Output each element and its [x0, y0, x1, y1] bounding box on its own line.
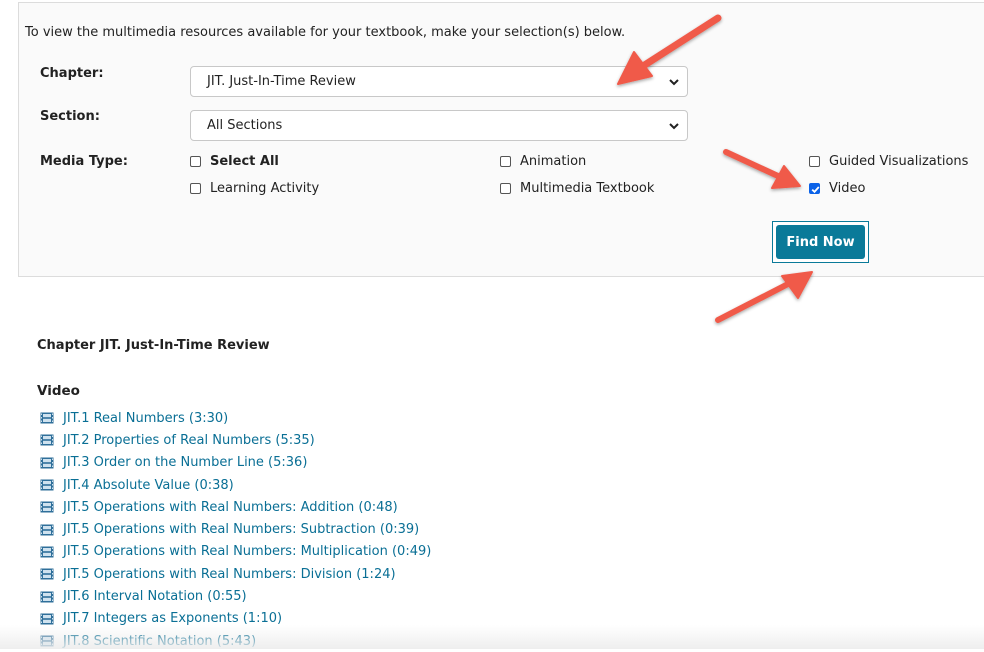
media-type-video[interactable]: Video — [809, 181, 865, 196]
media-type-guided-visualizations[interactable]: Guided Visualizations — [809, 154, 968, 169]
checkbox[interactable] — [500, 183, 511, 194]
video-link-text: JIT.3 Order on the Number Line (5:36) — [63, 455, 308, 471]
checkbox[interactable] — [500, 156, 511, 167]
video-link-text: JIT.5 Operations with Real Numbers: Divi… — [63, 566, 396, 582]
video-link[interactable]: JIT.3 Order on the Number Line (5:36) — [40, 452, 431, 474]
chapter-select-value: JIT. Just-In-Time Review — [207, 74, 356, 89]
film-icon — [40, 501, 54, 513]
chapter-label: Chapter: — [40, 66, 104, 81]
video-link-text: JIT.6 Interval Notation (0:55) — [63, 589, 247, 605]
results-section-heading: Video — [37, 383, 80, 399]
video-list: JIT.1 Real Numbers (3:30) JIT.2 Properti… — [40, 407, 431, 652]
media-search-panel: To view the multimedia resources availab… — [18, 2, 984, 277]
film-icon — [40, 546, 54, 558]
film-icon — [40, 568, 54, 580]
instructions-text: To view the multimedia resources availab… — [25, 25, 626, 40]
video-link-text: JIT.2 Properties of Real Numbers (5:35) — [63, 432, 315, 448]
video-link[interactable]: JIT.5 Operations with Real Numbers: Subt… — [40, 518, 431, 540]
film-icon — [40, 457, 54, 469]
media-type-select-all[interactable]: Select All — [190, 154, 279, 169]
film-icon — [40, 479, 54, 491]
video-link[interactable]: JIT.5 Operations with Real Numbers: Mult… — [40, 541, 431, 563]
checkbox-label: Animation — [520, 154, 587, 169]
checkbox-label: Select All — [210, 154, 279, 169]
checkbox-label: Learning Activity — [210, 181, 320, 196]
checkbox-checked[interactable] — [809, 183, 820, 194]
section-label: Section: — [40, 109, 100, 124]
find-now-focus-ring: Find Now — [772, 221, 869, 263]
checkbox-label: Guided Visualizations — [829, 154, 969, 169]
video-link[interactable]: JIT.1 Real Numbers (3:30) — [40, 407, 431, 429]
media-type-multimedia-textbook[interactable]: Multimedia Textbook — [500, 181, 654, 196]
checkbox[interactable] — [190, 183, 201, 194]
video-link-text: JIT.5 Operations with Real Numbers: Addi… — [63, 499, 398, 515]
video-link[interactable]: JIT.5 Operations with Real Numbers: Divi… — [40, 563, 431, 585]
results-chapter-heading: Chapter JIT. Just-In-Time Review — [37, 338, 270, 353]
film-icon — [40, 434, 54, 446]
find-now-button[interactable]: Find Now — [776, 225, 865, 259]
video-link[interactable]: JIT.5 Operations with Real Numbers: Addi… — [40, 496, 431, 518]
checkbox[interactable] — [190, 156, 201, 167]
checkbox[interactable] — [809, 156, 820, 167]
film-icon — [40, 412, 54, 424]
chapter-select[interactable]: JIT. Just-In-Time Review — [190, 66, 688, 97]
chevron-down-icon — [669, 79, 679, 86]
media-type-learning-activity[interactable]: Learning Activity — [190, 181, 319, 196]
video-link-text: JIT.1 Real Numbers (3:30) — [63, 410, 229, 426]
section-select[interactable]: All Sections — [190, 110, 688, 141]
video-link[interactable]: JIT.4 Absolute Value (0:38) — [40, 474, 431, 496]
video-link-text: JIT.4 Absolute Value (0:38) — [63, 477, 234, 493]
chevron-down-icon — [669, 123, 679, 130]
video-link-text: JIT.5 Operations with Real Numbers: Subt… — [63, 522, 420, 538]
checkbox-label: Multimedia Textbook — [520, 181, 655, 196]
video-link[interactable]: JIT.6 Interval Notation (0:55) — [40, 585, 431, 607]
section-select-value: All Sections — [207, 118, 283, 133]
media-type-animation[interactable]: Animation — [500, 154, 586, 169]
checkbox-label: Video — [829, 181, 866, 196]
video-link-text: JIT.5 Operations with Real Numbers: Mult… — [63, 544, 432, 560]
bottom-fade-overlay — [0, 625, 984, 649]
film-icon — [40, 591, 54, 603]
checkmark-icon — [811, 186, 820, 194]
media-type-label: Media Type: — [40, 154, 128, 169]
film-icon — [40, 613, 54, 625]
video-link[interactable]: JIT.2 Properties of Real Numbers (5:35) — [40, 429, 431, 451]
film-icon — [40, 524, 54, 536]
